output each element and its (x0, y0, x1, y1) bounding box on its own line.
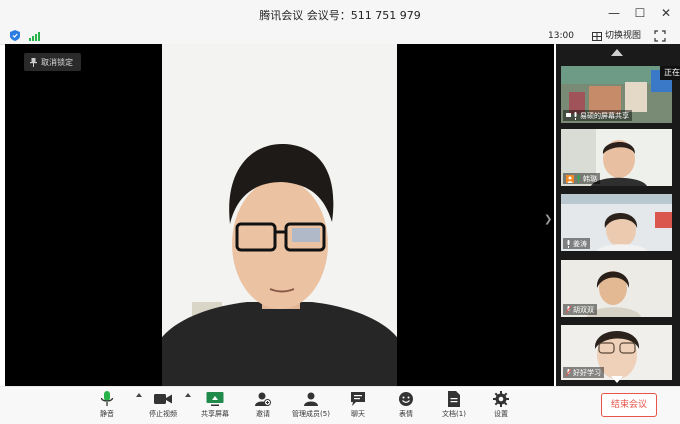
document-icon (448, 391, 460, 407)
microphone-icon (574, 111, 577, 120)
participant-tile[interactable]: 好好学习 (561, 325, 672, 380)
gallery-scroll-down-icon[interactable] (611, 376, 623, 383)
switch-view-button[interactable]: 切换视图 (592, 28, 641, 44)
switch-view-label: 切换视图 (605, 31, 642, 41)
participant-label: 姜涛 (563, 238, 590, 249)
documents-label: 文档(1) (442, 410, 466, 418)
participant-label: 胡双双 (563, 304, 597, 315)
microphone-muted-icon (566, 368, 571, 376)
reactions-label: 表情 (399, 410, 413, 418)
gallery-scroll-up-icon[interactable] (611, 49, 623, 56)
title-bar: 腾讯会议 会议号：511 751 979 — ☐ ✕ (0, 0, 680, 28)
main-video-stage: 取消锁定 ❯ (5, 44, 554, 386)
window-title: 腾讯会议 会议号：511 751 979 (259, 9, 421, 22)
participant-name: 好好学习 (573, 368, 601, 377)
share-screen-button[interactable]: 共享屏幕 (195, 389, 235, 421)
add-user-icon (255, 392, 271, 406)
settings-label: 设置 (494, 410, 508, 418)
shield-icon[interactable] (10, 30, 20, 41)
participant-gallery: 易硕的屏幕共享 韩璐 姜涛 胡双双 好好学习 (556, 44, 680, 386)
unpin-label: 取消锁定 (41, 57, 73, 67)
gear-icon (493, 391, 509, 407)
participant-label: 好好学习 (563, 367, 604, 378)
video-camera-icon (154, 394, 172, 404)
audio-options-caret-icon[interactable] (136, 393, 142, 397)
status-bar: 13:00 切换视图 (0, 28, 680, 45)
participant-name: 胡双双 (573, 305, 594, 314)
microphone-icon (100, 391, 114, 406)
screen-share-icon (566, 112, 571, 117)
mute-button[interactable]: 静音 (87, 389, 127, 421)
end-meeting-button[interactable]: 结束会议 (601, 393, 657, 417)
signal-strength-icon[interactable] (29, 31, 40, 41)
manage-members-button[interactable]: 管理成员(5) (291, 389, 331, 421)
microphone-muted-icon (566, 305, 571, 313)
participant-tile[interactable]: 姜涛 (561, 194, 672, 251)
stop-video-button[interactable]: 停止视频 (143, 389, 183, 421)
close-icon[interactable]: ✕ (660, 6, 672, 20)
unpin-button[interactable]: 取消锁定 (24, 53, 81, 71)
participant-tile[interactable]: 胡双双 (561, 260, 672, 317)
invite-label: 邀请 (256, 410, 270, 418)
participant-label: 易硕的屏幕共享 (563, 110, 632, 121)
chat-icon (351, 392, 365, 406)
speaker-person-image (162, 44, 397, 386)
meeting-time: 13:00 (548, 31, 574, 41)
host-avatar-icon (566, 174, 574, 183)
participant-tile[interactable]: 韩璐 (561, 129, 672, 186)
stop-video-label: 停止视频 (149, 410, 177, 418)
participant-name: 姜涛 (573, 239, 587, 248)
microphone-active-icon (577, 174, 580, 183)
invite-button[interactable]: 邀请 (243, 389, 283, 421)
mute-label: 静音 (100, 410, 114, 418)
participant-name: 韩璐 (583, 174, 597, 183)
maximize-icon[interactable]: ☐ (634, 6, 646, 20)
minimize-icon[interactable]: — (608, 6, 620, 20)
pin-icon (30, 57, 37, 67)
microphone-icon (567, 239, 570, 248)
participant-name: 易硕的屏幕共享 (580, 111, 629, 120)
members-icon (304, 392, 318, 406)
share-screen-label: 共享屏幕 (201, 410, 229, 418)
active-speaker-video[interactable] (162, 44, 397, 386)
participant-tile[interactable]: 易硕的屏幕共享 (561, 66, 672, 123)
control-bar: 静音 停止视频 共享屏幕 邀请 管理成员(5) 聊天 表情 文档(1) 设置 (0, 386, 680, 424)
video-options-caret-icon[interactable] (185, 393, 191, 397)
documents-button[interactable]: 文档(1) (434, 389, 474, 421)
chevron-right-icon[interactable]: ❯ (544, 214, 552, 225)
share-screen-icon (206, 392, 224, 406)
chat-button[interactable]: 聊天 (338, 389, 378, 421)
fullscreen-icon[interactable] (654, 30, 666, 42)
smiley-icon (399, 392, 413, 406)
speaking-indicator: 正在 (660, 66, 680, 80)
manage-members-label: 管理成员(5) (292, 410, 330, 418)
reactions-button[interactable]: 表情 (386, 389, 426, 421)
grid-view-icon (592, 31, 602, 41)
participant-label: 韩璐 (563, 173, 600, 184)
chat-label: 聊天 (351, 410, 365, 418)
settings-button[interactable]: 设置 (481, 389, 521, 421)
